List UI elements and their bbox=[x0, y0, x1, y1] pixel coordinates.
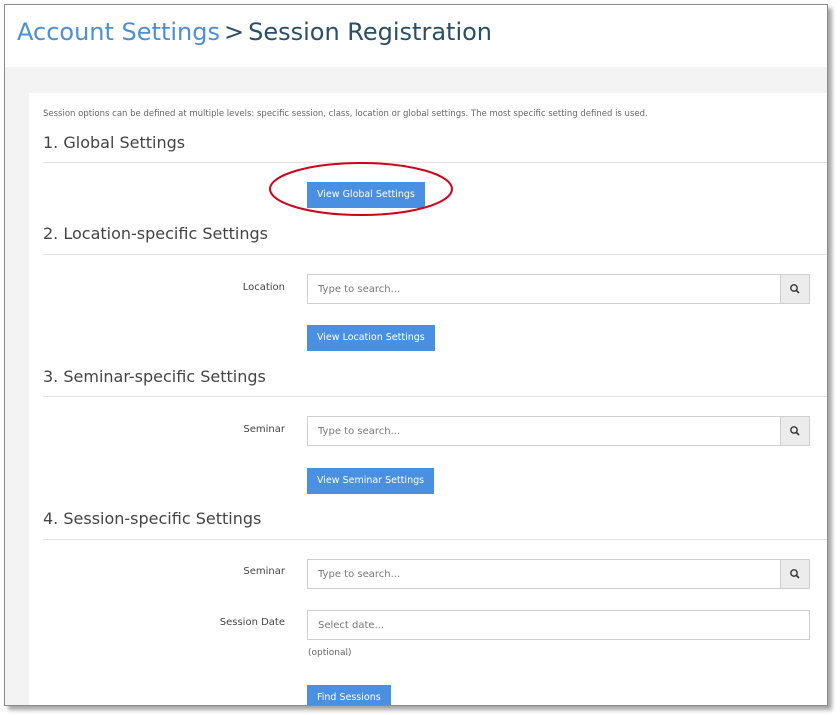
page-title: Session Registration bbox=[248, 18, 493, 46]
session-date-hint: (optional) bbox=[308, 648, 352, 658]
location-search-field bbox=[307, 274, 810, 304]
seminar-label: Seminar bbox=[243, 424, 285, 435]
page-header: Account Settings > Session Registration bbox=[5, 5, 827, 67]
location-search-input[interactable] bbox=[308, 275, 782, 303]
breadcrumb-account-settings[interactable]: Account Settings bbox=[17, 18, 220, 46]
search-icon bbox=[790, 569, 800, 579]
session-date-label: Session Date bbox=[219, 617, 285, 628]
divider bbox=[43, 539, 827, 540]
seminar-search-button[interactable] bbox=[780, 417, 809, 445]
session-seminar-search-field bbox=[307, 559, 810, 589]
breadcrumb-separator: > bbox=[223, 18, 245, 46]
session-seminar-label: Seminar bbox=[243, 566, 285, 577]
session-seminar-search-input[interactable] bbox=[308, 560, 782, 588]
search-icon bbox=[790, 284, 800, 294]
section-title-global: 1. Global Settings bbox=[43, 133, 186, 152]
location-label: Location bbox=[242, 282, 285, 293]
divider bbox=[43, 254, 827, 255]
breadcrumb: Account Settings > Session Registration bbox=[17, 17, 492, 47]
intro-text: Session options can be defined at multip… bbox=[43, 109, 648, 119]
find-sessions-button[interactable]: Find Sessions bbox=[307, 685, 391, 705]
location-search-button[interactable] bbox=[780, 275, 809, 303]
search-icon bbox=[790, 426, 800, 436]
view-location-settings-button[interactable]: View Location Settings bbox=[307, 325, 435, 351]
section-title-session: 4. Session-specific Settings bbox=[43, 509, 262, 528]
session-date-field bbox=[307, 610, 810, 640]
divider bbox=[43, 396, 827, 397]
annotation-highlight-ellipse bbox=[269, 162, 453, 216]
session-date-input[interactable] bbox=[308, 611, 809, 639]
session-seminar-search-button[interactable] bbox=[780, 560, 809, 588]
seminar-search-input[interactable] bbox=[308, 417, 782, 445]
seminar-search-field bbox=[307, 416, 810, 446]
section-title-location: 2. Location-specific Settings bbox=[43, 224, 268, 243]
view-seminar-settings-button[interactable]: View Seminar Settings bbox=[307, 468, 435, 494]
section-title-seminar: 3. Seminar-specific Settings bbox=[43, 367, 266, 386]
screenshot-frame: Account Settings > Session Registration Se… bbox=[4, 4, 828, 706]
